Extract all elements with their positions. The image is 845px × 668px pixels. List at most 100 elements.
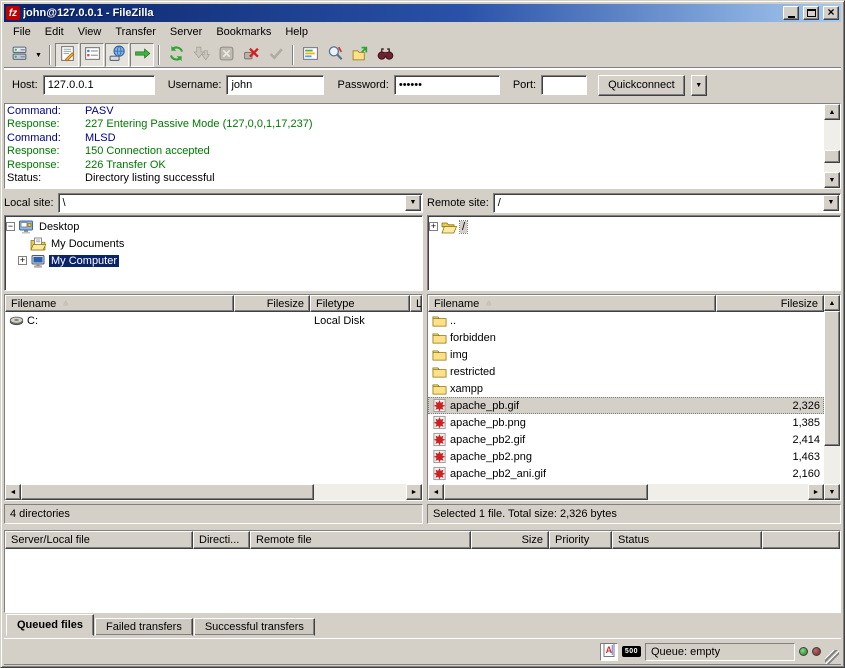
column-header-filesize[interactable]: Filesize	[716, 295, 824, 312]
remote-list-hscrollbar[interactable]: ◄►	[428, 484, 824, 500]
expand-icon[interactable]: +	[18, 256, 27, 265]
column-header-priority[interactable]: Priority	[549, 531, 612, 549]
remote-site-dropdown-button[interactable]: ▼	[823, 195, 839, 211]
column-header-label: L	[416, 298, 422, 310]
remote-file-row[interactable]: apache_pb2.gif2,414	[428, 431, 824, 448]
remote-file-row[interactable]: apache_pb.gif2,326	[428, 397, 824, 414]
scroll-up-button[interactable]: ▲	[824, 295, 840, 311]
remote-tree-item--[interactable]: +/	[429, 218, 839, 235]
remote-site-combobox[interactable]: / ▼	[493, 193, 841, 213]
refresh-button[interactable]	[164, 43, 188, 67]
local-list-hscrollbar[interactable]: ◄►	[5, 484, 422, 500]
minimize-button[interactable]	[783, 6, 799, 20]
quickconnect-dropdown-button[interactable]: ▼	[691, 75, 707, 96]
expand-icon[interactable]: +	[429, 222, 438, 231]
menu-help[interactable]: Help	[278, 24, 315, 40]
menu-bookmarks[interactable]: Bookmarks	[209, 24, 278, 40]
toggle-queue-button[interactable]	[130, 43, 154, 67]
column-header-remote-file[interactable]: Remote file	[250, 531, 471, 549]
menu-view[interactable]: View	[71, 24, 109, 40]
column-header-filesize[interactable]: Filesize	[234, 295, 310, 312]
toggle-remote-tree-button[interactable]	[105, 43, 129, 67]
cancel-button[interactable]	[214, 43, 238, 67]
remote-file-row[interactable]: restricted	[428, 363, 824, 380]
filter-button[interactable]	[298, 43, 322, 67]
remote-file-row[interactable]: img	[428, 346, 824, 363]
column-header-status[interactable]: Status	[612, 531, 762, 549]
remote-file-row[interactable]: ..	[428, 312, 824, 329]
column-header-filename[interactable]: Filename▲	[428, 295, 716, 312]
column-header-l[interactable]: L	[410, 295, 422, 312]
username-input[interactable]: john	[226, 75, 324, 95]
filetype-cell: Local Disk	[310, 315, 410, 327]
scroll-thumb[interactable]	[444, 484, 648, 500]
remote-file-row[interactable]: apache_pb.png1,385	[428, 414, 824, 431]
scroll-up-button[interactable]: ▲	[824, 104, 840, 120]
local-pane: Local site: \ ▼ −DesktopMy Documents+My …	[4, 192, 423, 525]
scroll-track[interactable]	[824, 311, 840, 484]
remote-file-row[interactable]: xampp	[428, 380, 824, 397]
message-log-scrollbar[interactable]: ▲▼	[824, 104, 840, 188]
transfer-type-icon[interactable]: A	[600, 643, 618, 661]
transfer-queue: Server/Local fileDirecti...Remote fileSi…	[4, 530, 841, 613]
collapse-icon[interactable]: −	[6, 222, 15, 231]
scroll-thumb[interactable]	[824, 311, 840, 446]
scroll-left-button[interactable]: ◄	[5, 484, 21, 500]
menu-server[interactable]: Server	[163, 24, 209, 40]
scroll-left-button[interactable]: ◄	[428, 484, 444, 500]
remote-file-row[interactable]: forbidden	[428, 329, 824, 346]
remote-file-row[interactable]: apache_pb2_ani.gif2,160	[428, 465, 824, 482]
process-queue-button[interactable]	[189, 43, 213, 67]
scroll-down-button[interactable]: ▼	[824, 484, 840, 500]
queue-body[interactable]	[5, 549, 840, 612]
column-header-blank[interactable]	[762, 531, 840, 549]
directory-comparison-button[interactable]	[323, 43, 347, 67]
tab-successful-transfers[interactable]: Successful transfers	[194, 618, 315, 636]
column-header-directi-[interactable]: Directi...	[193, 531, 250, 549]
local-site-dropdown-button[interactable]: ▼	[405, 195, 421, 211]
status-bar: A 500 Queue: empty	[4, 638, 841, 664]
local-tree-item-my-documents[interactable]: My Documents	[6, 235, 421, 252]
tab-failed-transfers[interactable]: Failed transfers	[95, 618, 193, 636]
toggle-log-button[interactable]	[55, 43, 79, 67]
find-button[interactable]	[373, 43, 397, 67]
quickconnect-button[interactable]: Quickconnect	[598, 75, 685, 96]
remote-file-row[interactable]: apache_pb2.png1,463	[428, 448, 824, 465]
scroll-right-button[interactable]: ►	[406, 484, 422, 500]
close-button[interactable]: ×	[823, 6, 839, 20]
scroll-thumb[interactable]	[21, 484, 314, 500]
scroll-track[interactable]	[21, 484, 406, 500]
scroll-thumb[interactable]	[824, 150, 840, 162]
scroll-track[interactable]	[444, 484, 808, 500]
site-manager-dropdown-button[interactable]: ▼	[32, 43, 45, 67]
column-header-size[interactable]: Size	[471, 531, 549, 549]
menu-edit[interactable]: Edit	[38, 24, 71, 40]
maximize-button[interactable]	[803, 6, 819, 20]
menu-file[interactable]: File	[6, 24, 38, 40]
column-header-filename[interactable]: Filename▲	[5, 295, 234, 312]
menu-transfer[interactable]: Transfer	[108, 24, 163, 40]
column-header-server-local-file[interactable]: Server/Local file	[5, 531, 193, 549]
synchronized-browsing-button[interactable]	[348, 43, 372, 67]
local-file-row[interactable]: C:Local Disk	[5, 312, 422, 329]
toggle-local-tree-button[interactable]	[80, 43, 104, 67]
speed-limit-indicator[interactable]: 500	[622, 646, 641, 657]
site-manager-button[interactable]	[7, 43, 31, 67]
local-tree-item-my-computer[interactable]: +My Computer	[6, 252, 421, 269]
scroll-down-button[interactable]: ▼	[824, 172, 840, 188]
scroll-right-button[interactable]: ►	[808, 484, 824, 500]
remote-list-vscrollbar[interactable]: ▲▼	[824, 295, 840, 500]
port-input[interactable]	[541, 75, 587, 95]
password-input[interactable]: ••••••	[394, 75, 500, 95]
local-tree-item-desktop[interactable]: −Desktop	[6, 218, 421, 235]
local-site-combobox[interactable]: \ ▼	[58, 193, 423, 213]
scroll-track[interactable]	[824, 120, 840, 172]
column-header-filetype[interactable]: Filetype	[310, 295, 410, 312]
site-manager-icon	[11, 45, 28, 65]
host-input[interactable]: 127.0.0.1	[43, 75, 155, 95]
tab-queued-files[interactable]: Queued files	[6, 614, 94, 636]
title-bar[interactable]: fz john@127.0.0.1 - FileZilla ×	[4, 4, 841, 22]
resize-grip[interactable]	[825, 650, 839, 664]
reconnect-button[interactable]	[264, 43, 288, 67]
disconnect-button[interactable]	[239, 43, 263, 67]
